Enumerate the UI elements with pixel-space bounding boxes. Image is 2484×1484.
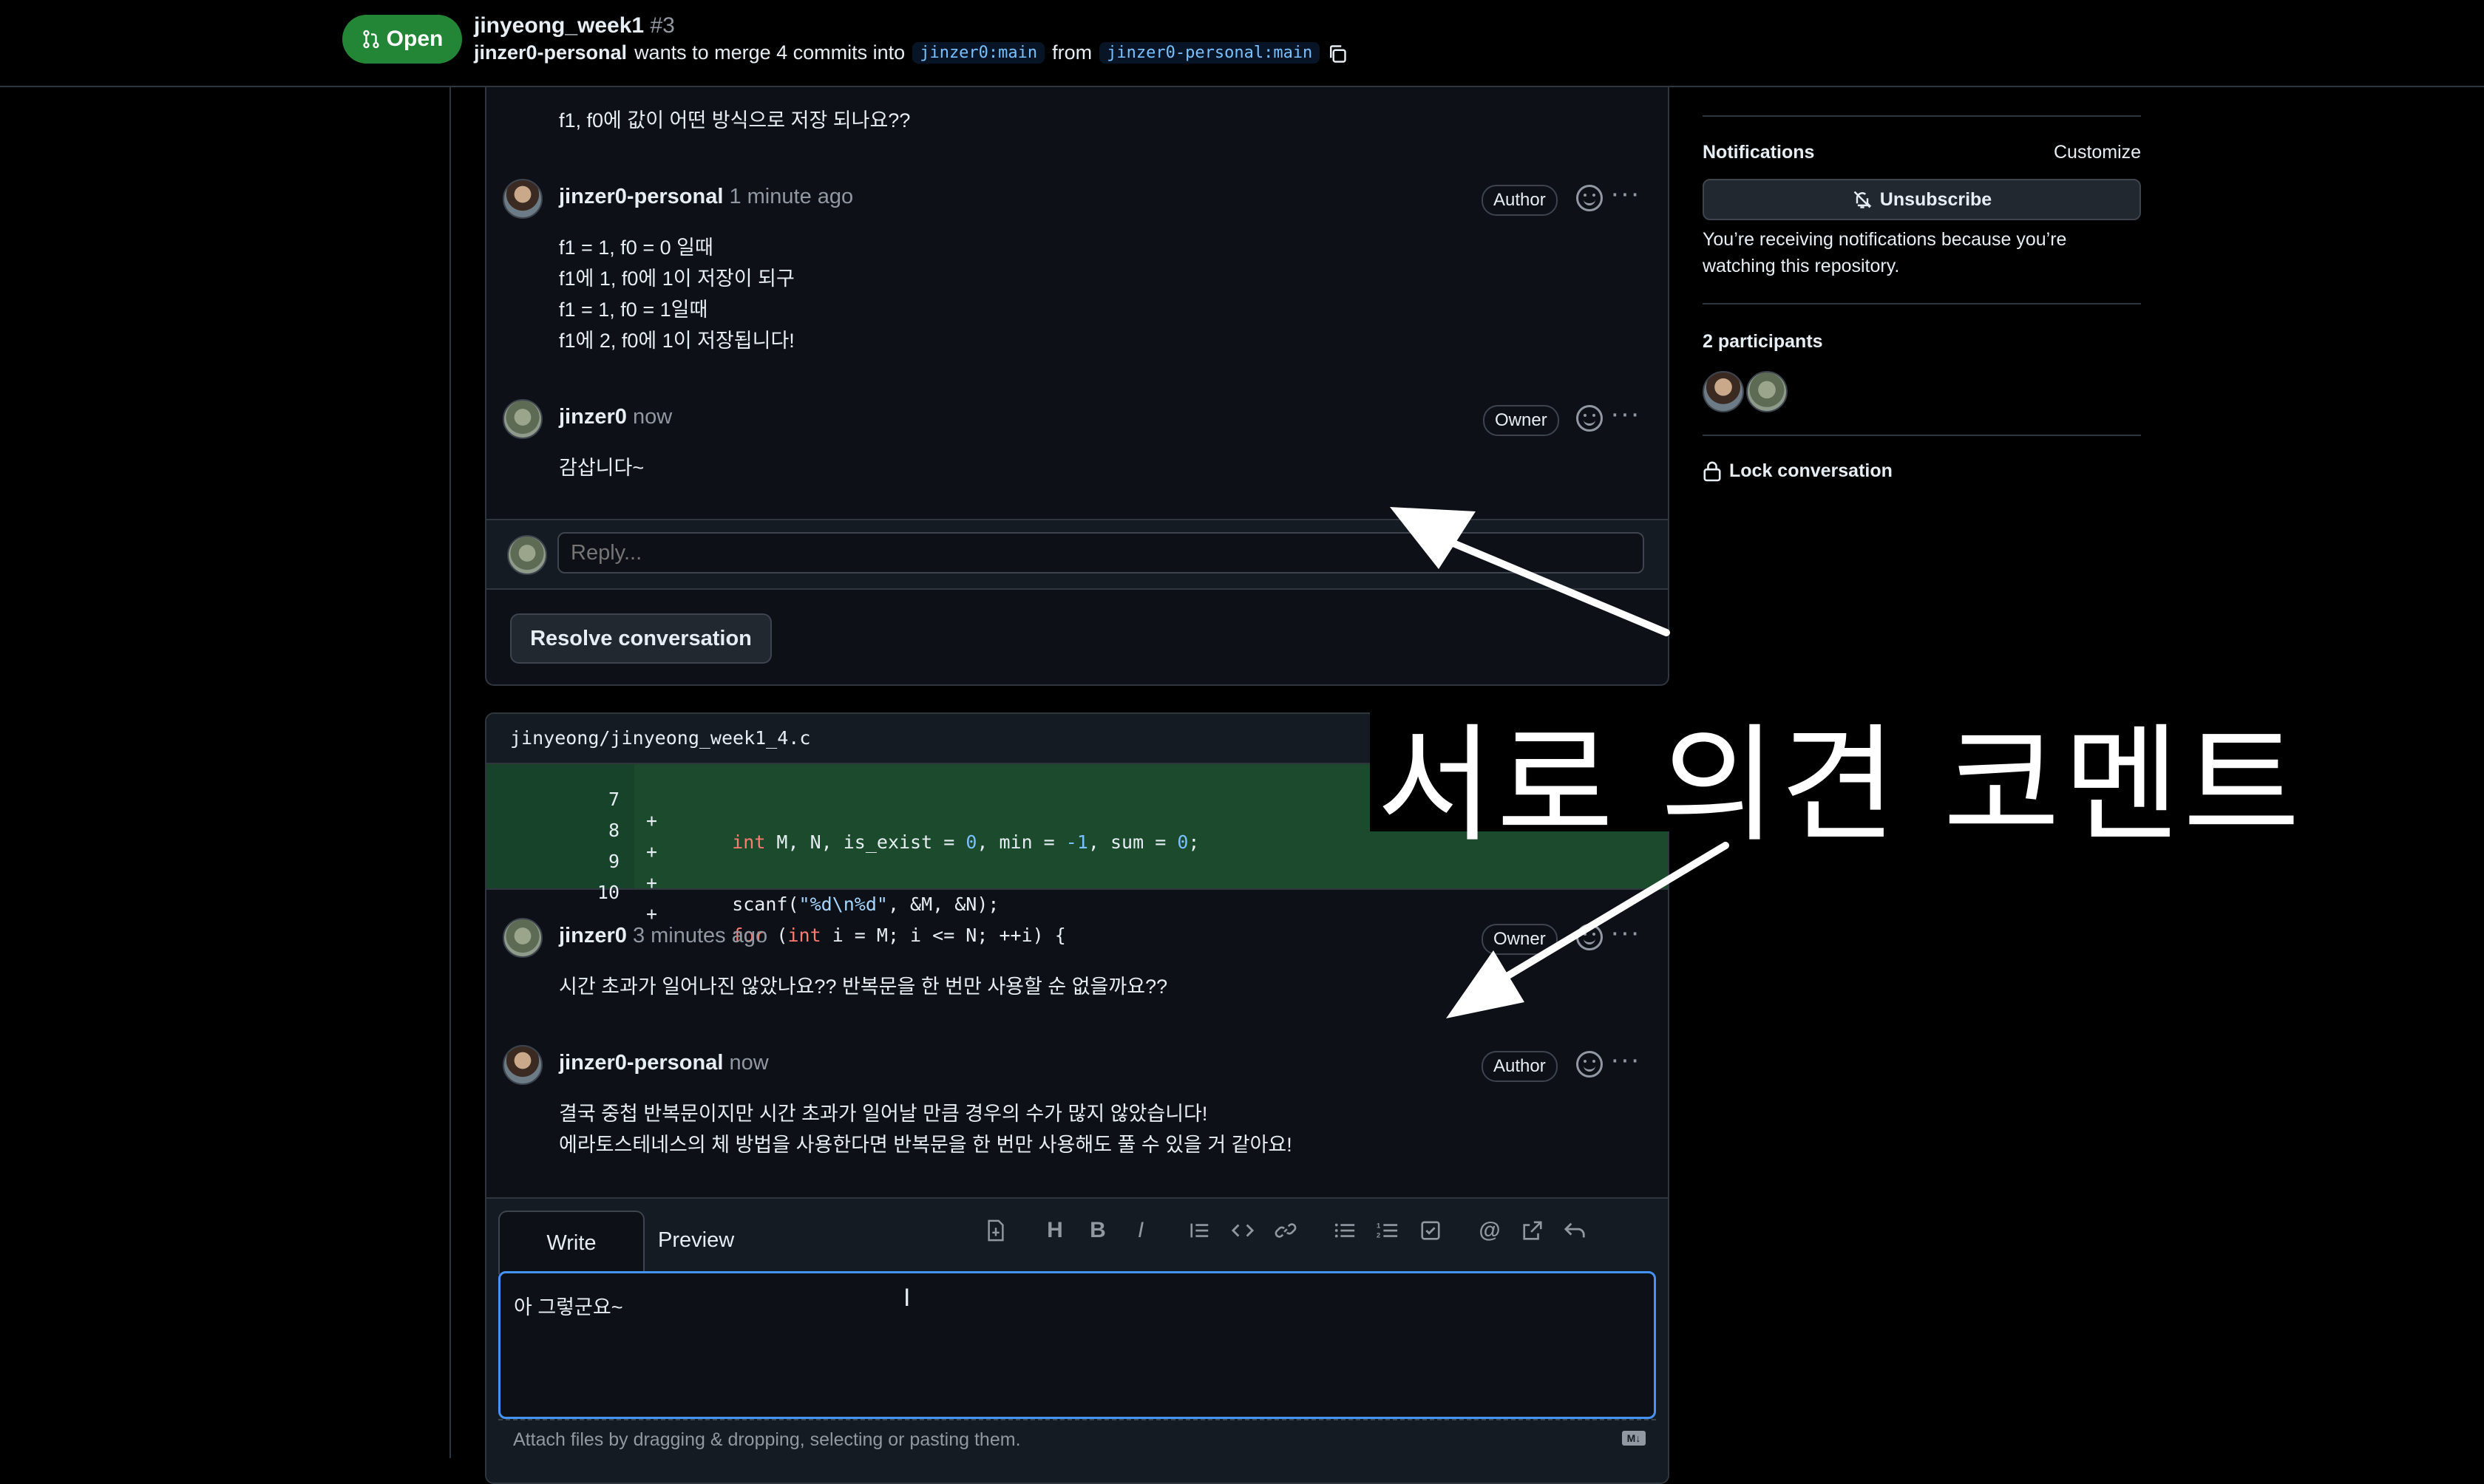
from-text: from xyxy=(1052,41,1093,64)
copy-icon[interactable] xyxy=(1327,44,1347,63)
pr-state-label: Open xyxy=(386,27,444,51)
pr-author-link[interactable]: jinzer0-personal xyxy=(474,41,627,64)
pr-title-text: jinyeong_week1 xyxy=(474,13,645,38)
pr-merge-info: jinzer0-personal wants to merge 4 commit… xyxy=(474,41,1347,64)
arrow-to-thread-1 xyxy=(1390,507,1670,636)
annotation-arrows xyxy=(1390,507,1729,1018)
text-cursor-icon: I xyxy=(903,1284,911,1312)
git-pull-request-icon xyxy=(363,30,379,49)
merge-text: wants to merge 4 commits into xyxy=(634,41,906,64)
pr-header: Open jinyeong_week1 #3 jinzer0-personal … xyxy=(0,0,2484,87)
arrow-to-thread-2 xyxy=(1446,842,1729,1018)
pr-state-badge: Open xyxy=(342,15,462,64)
head-branch-link[interactable]: jinzer0-personal:main xyxy=(1099,42,1320,64)
pr-title: jinyeong_week1 #3 xyxy=(474,13,675,38)
base-branch-link[interactable]: jinzer0:main xyxy=(912,42,1045,64)
pr-number: #3 xyxy=(650,13,675,38)
